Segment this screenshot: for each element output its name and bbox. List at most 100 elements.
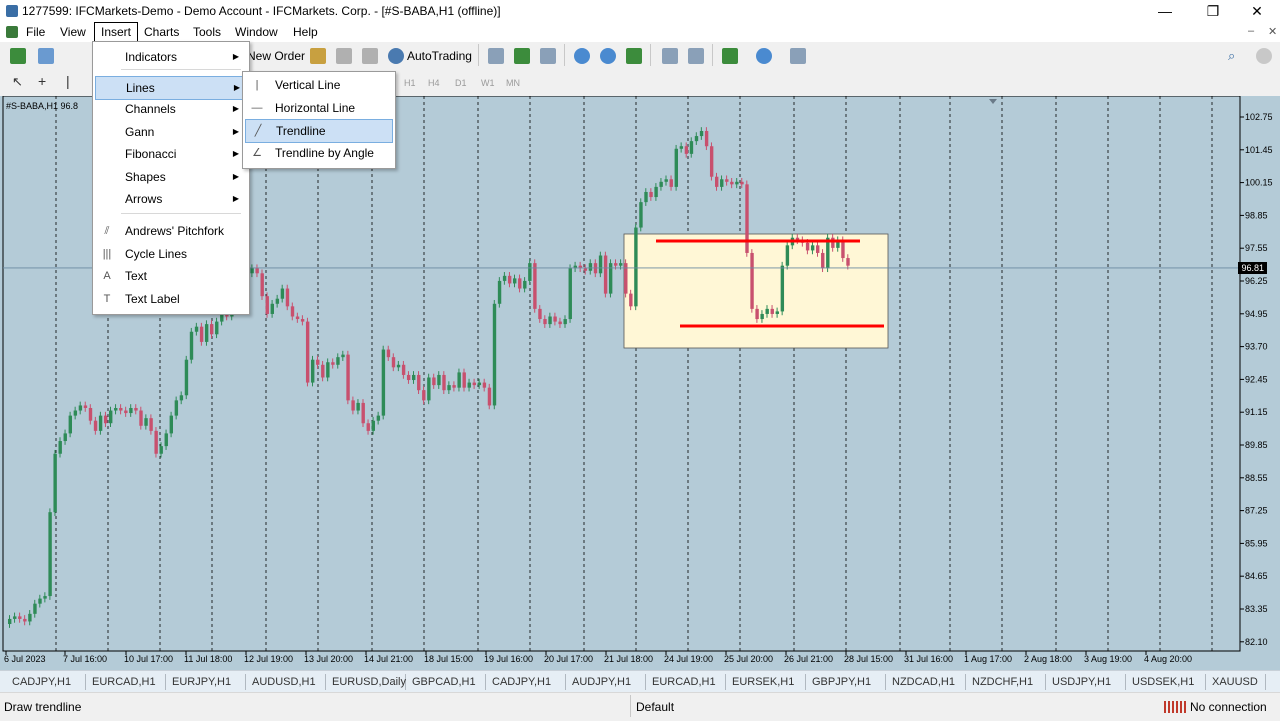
symbol-tab[interactable]: EURJPY,H1: [166, 674, 246, 690]
submenu-arrow-icon: ▶: [233, 83, 240, 92]
insert-menu-item-text-label[interactable]: T Text Label: [95, 288, 245, 310]
strategy-tester-icon[interactable]: [310, 48, 326, 64]
bull-candle: [654, 186, 658, 198]
search-icon[interactable]: ⌕: [1228, 48, 1235, 64]
mdi-close-icon[interactable]: ✕: [1268, 25, 1277, 38]
menu-file[interactable]: File: [20, 22, 51, 42]
price-axis-label: 92.45: [1245, 374, 1268, 384]
line-chart-icon[interactable]: [540, 48, 556, 64]
lines-menu-item-trendline[interactable]: ╱ Trendline: [245, 119, 393, 143]
menu-charts[interactable]: Charts: [138, 22, 185, 42]
bull-candle: [371, 420, 375, 431]
new-order-button[interactable]: New Order: [247, 49, 305, 63]
indicators-icon[interactable]: [722, 48, 738, 64]
toolbar-separator: [650, 44, 651, 66]
bull-candle: [523, 280, 527, 289]
lines-menu-item-horizontal-line[interactable]: — Horizontal Line: [245, 97, 391, 119]
tile-windows-icon[interactable]: [626, 48, 642, 64]
symbol-tab[interactable]: EURCAD,H1: [86, 674, 166, 690]
bull-candle: [159, 446, 163, 454]
bear-candle: [831, 237, 835, 248]
profiles-icon[interactable]: [38, 48, 54, 64]
menu-tools[interactable]: Tools: [187, 22, 227, 42]
insert-menu-item-cycle-lines[interactable]: ||| Cycle Lines: [95, 243, 245, 265]
bull-candle: [129, 407, 133, 414]
insert-menu-item-indicators[interactable]: Indicators ▶: [95, 46, 245, 68]
insert-menu-item-lines[interactable]: Lines ▶: [95, 76, 247, 100]
market-watch-icon[interactable]: [336, 48, 352, 64]
insert-menu-item-fibonacci[interactable]: Fibonacci ▶: [95, 143, 245, 165]
symbol-tab[interactable]: NZDCAD,H1: [886, 674, 966, 690]
templates-icon[interactable]: [790, 48, 806, 64]
menu-view[interactable]: View: [54, 22, 92, 42]
lines-menu-item-vertical-line[interactable]: | Vertical Line: [245, 74, 391, 96]
price-axis-label: 97.55: [1245, 243, 1268, 253]
menu-window[interactable]: Window: [229, 22, 284, 42]
bear-candle: [821, 252, 825, 269]
insert-menu-item-andrews-pitchfork[interactable]: ⫽ Andrews' Pitchfork: [95, 220, 245, 242]
trendline-icon: ╱: [254, 125, 262, 137]
symbol-tab[interactable]: USDJPY,H1: [1046, 674, 1126, 690]
symbol-tab[interactable]: CADJPY,H1: [6, 674, 86, 690]
autoscroll-icon[interactable]: [662, 48, 678, 64]
minimize-button[interactable]: —: [1142, 0, 1188, 22]
timeframe-h4[interactable]: H4: [428, 78, 440, 88]
insert-menu-item-channels[interactable]: Channels ▶: [95, 98, 245, 120]
symbol-tab[interactable]: AUDJPY,H1: [566, 674, 646, 690]
menu-item-label: Vertical Line: [275, 78, 341, 92]
menu-insert[interactable]: Insert: [94, 22, 139, 42]
bar-chart-icon[interactable]: [488, 48, 504, 64]
insert-menu-item-gann[interactable]: Gann ▶: [95, 121, 245, 143]
symbol-tab[interactable]: EURCAD,H1: [646, 674, 726, 690]
timeframe-w1[interactable]: W1: [481, 78, 495, 88]
symbol-tab[interactable]: XAUUSD: [1206, 674, 1266, 690]
time-axis-label: 11 Jul 18:00: [184, 654, 232, 664]
symbol-tab[interactable]: GBPCAD,H1: [406, 674, 486, 690]
insert-menu-item-text[interactable]: A Text: [95, 265, 245, 287]
symbol-tab[interactable]: CADJPY,H1: [486, 674, 566, 690]
vertical-line-tool-icon[interactable]: |: [66, 73, 70, 89]
new-chart-icon[interactable]: [10, 48, 26, 64]
timeframe-d1[interactable]: D1: [455, 78, 467, 88]
close-button[interactable]: ✕: [1234, 0, 1280, 22]
insert-menu-item-shapes[interactable]: Shapes ▶: [95, 166, 245, 188]
symbol-tab[interactable]: GBPJPY,H1: [806, 674, 886, 690]
crosshair-icon[interactable]: +: [38, 73, 46, 89]
bull-candle: [674, 148, 678, 187]
timeframe-mn[interactable]: MN: [506, 78, 520, 88]
zoom-out-icon[interactable]: [600, 48, 616, 64]
periods-icon[interactable]: [756, 48, 772, 64]
bear-candle: [740, 181, 744, 185]
price-axis-label: 100.15: [1245, 178, 1273, 188]
zoom-in-icon[interactable]: [574, 48, 590, 64]
bear-candle: [507, 275, 512, 284]
status-separator: [630, 695, 631, 717]
autotrading-icon[interactable]: [388, 48, 404, 64]
autotrading-button[interactable]: AutoTrading: [407, 49, 472, 63]
bull-candle: [785, 245, 790, 266]
insert-menu-item-arrows[interactable]: Arrows ▶: [95, 188, 245, 210]
symbol-tab[interactable]: EURUSD,Daily: [326, 674, 406, 690]
menu-help[interactable]: Help: [287, 22, 324, 42]
candlestick-icon[interactable]: [514, 48, 530, 64]
lines-menu-item-trendline-by-angle[interactable]: ∠ Trendline by Angle: [245, 142, 391, 164]
cycle-lines-icon: |||: [102, 248, 112, 260]
menu-item-label: Gann: [125, 125, 155, 139]
menu-separator: [121, 69, 241, 70]
symbol-tab[interactable]: USDSEK,H1: [1126, 674, 1206, 690]
mdi-minimize-icon[interactable]: –: [1248, 25, 1254, 37]
symbol-tab[interactable]: EURSEK,H1: [726, 674, 806, 690]
bull-candle: [184, 359, 189, 396]
bull-candle: [619, 263, 623, 266]
menu-item-label: Shapes: [125, 170, 166, 184]
timeframe-h1[interactable]: H1: [404, 78, 416, 88]
navigator-icon[interactable]: [362, 48, 378, 64]
time-axis-label: 7 Jul 16:00: [63, 654, 107, 664]
bull-candle: [477, 382, 482, 386]
chart-shift-icon[interactable]: [688, 48, 704, 64]
chat-icon[interactable]: [1256, 48, 1272, 64]
cursor-icon[interactable]: ↖: [12, 74, 23, 90]
symbol-tab[interactable]: AUDUSD,H1: [246, 674, 326, 690]
restore-button[interactable]: ❐: [1190, 0, 1236, 22]
symbol-tab[interactable]: NZDCHF,H1: [966, 674, 1046, 690]
